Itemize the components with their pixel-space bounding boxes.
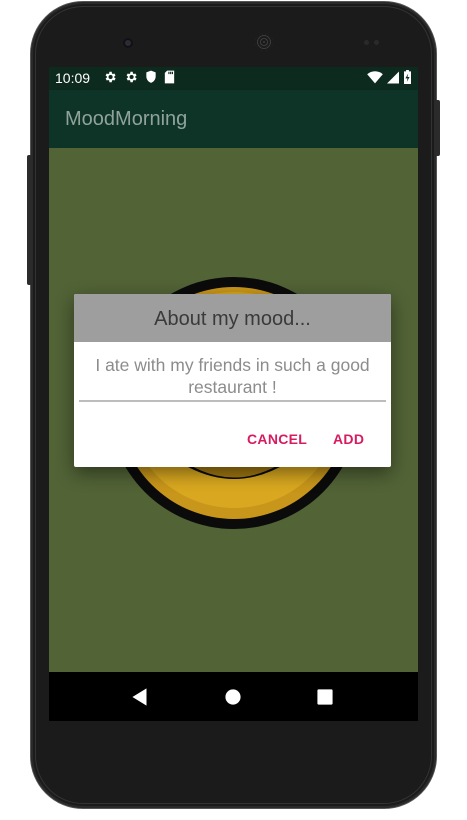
- light-sensor: [374, 40, 379, 45]
- comment-input[interactable]: I ate with my friends in such a good res…: [79, 354, 386, 398]
- power-button[interactable]: [435, 100, 440, 156]
- front-camera: [123, 38, 133, 48]
- volume-button[interactable]: [27, 155, 32, 285]
- add-button[interactable]: ADD: [333, 431, 364, 447]
- dialog-header: About my mood...: [74, 294, 391, 342]
- proximity-sensor: [364, 40, 369, 45]
- cancel-button[interactable]: CANCEL: [247, 431, 307, 447]
- dialog-title: About my mood...: [154, 308, 311, 330]
- mood-comment-dialog: About my mood... I ate with my friends i…: [74, 294, 391, 467]
- input-underline: [79, 400, 386, 402]
- screen: 10:09 MoodMorning About my mood... I ate…: [49, 67, 418, 721]
- earpiece-speaker: [255, 33, 273, 51]
